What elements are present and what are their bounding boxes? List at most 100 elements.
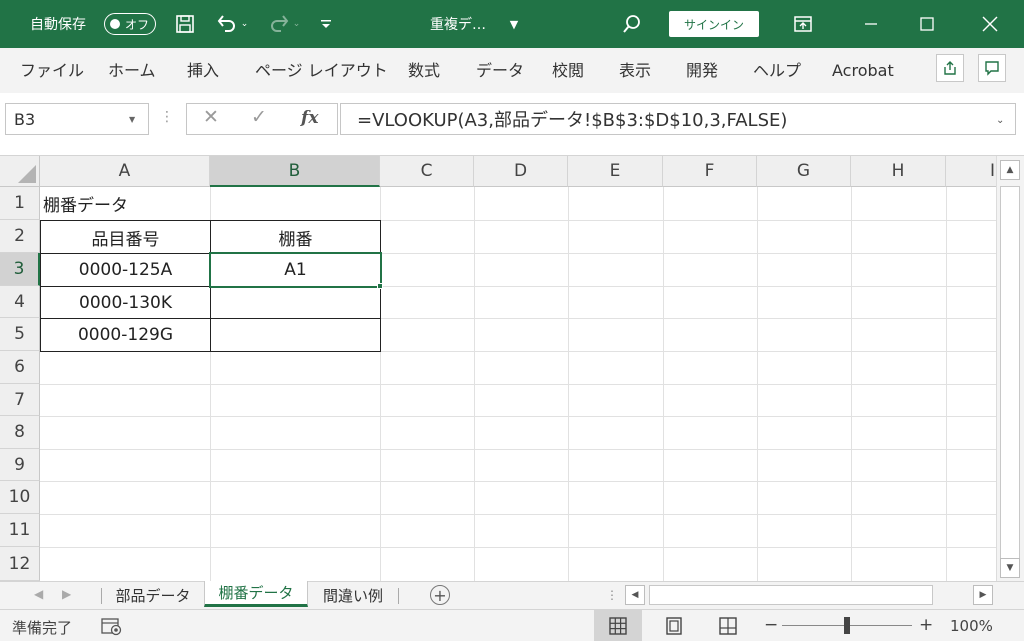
row-header-8[interactable]: 8 [0, 416, 40, 449]
zoom-out-button[interactable]: − [764, 615, 778, 635]
vertical-scroll-thumb[interactable] [1000, 186, 1020, 564]
fill-handle[interactable] [377, 283, 383, 289]
ribbon-display-icon [794, 16, 812, 32]
name-box[interactable]: B3 [5, 103, 149, 135]
select-all-corner[interactable] [0, 156, 40, 187]
sheet-tab-error-example[interactable]: 間違い例 [310, 582, 396, 608]
search-icon [623, 15, 640, 33]
scroll-right-icon[interactable]: ▶ [973, 585, 993, 605]
tab-review[interactable]: 校閲 [552, 48, 584, 93]
row-header-12[interactable]: 12 [0, 547, 40, 581]
cell-b2[interactable]: 棚番 [210, 220, 381, 254]
zoom-slider-thumb[interactable] [844, 617, 850, 634]
share-button[interactable] [936, 54, 964, 82]
row-header-10[interactable]: 10 [0, 481, 40, 514]
tab-split-handle-icon[interactable]: ⋮ [606, 588, 618, 602]
next-sheet-icon[interactable]: ▶ [62, 587, 71, 601]
column-header-b[interactable]: B [210, 156, 380, 187]
cell-a3[interactable]: 0000-125A [40, 253, 211, 287]
customize-icon [321, 20, 331, 28]
column-header-h[interactable]: H [851, 156, 946, 187]
row-header-7[interactable]: 7 [0, 384, 40, 416]
cell-a4[interactable]: 0000-130K [40, 286, 211, 319]
cancel-entry-icon[interactable]: ✕ [203, 106, 219, 128]
worksheet-grid[interactable]: A B C D E F G H I 1 2 3 4 5 6 7 8 9 10 1… [0, 156, 996, 581]
formula-buttons: ✕ ✓ fx [186, 103, 338, 135]
formula-input[interactable]: =VLOOKUP(A3,部品データ!$B$3:$D$10,3,FALSE) [340, 103, 1016, 135]
comments-button[interactable] [978, 54, 1006, 82]
scroll-left-icon[interactable]: ◀ [625, 585, 645, 605]
insert-function-button[interactable]: fx [301, 108, 318, 128]
column-header-i[interactable]: I [946, 156, 996, 187]
vertical-scrollbar[interactable]: ▲ ▼ [996, 156, 1024, 581]
name-box-dropdown-icon[interactable]: ▼ [129, 115, 135, 124]
row-header-5[interactable]: 5 [0, 318, 40, 351]
tab-formulas[interactable]: 数式 [408, 48, 440, 93]
column-header-g[interactable]: G [757, 156, 851, 187]
undo-button[interactable]: ⌄ [210, 0, 254, 48]
cell-a2[interactable]: 品目番号 [40, 220, 211, 254]
minimize-icon [865, 23, 877, 25]
tab-insert[interactable]: 挿入 [187, 48, 219, 93]
row-header-2[interactable]: 2 [0, 220, 40, 253]
confirm-entry-icon[interactable]: ✓ [251, 106, 267, 128]
row-header-1[interactable]: 1 [0, 187, 40, 220]
row-header-3[interactable]: 3 [0, 253, 40, 286]
row-header-4[interactable]: 4 [0, 286, 40, 318]
tab-help[interactable]: ヘルプ [753, 48, 801, 93]
title-dropdown-icon[interactable]: ▼ [504, 0, 524, 48]
normal-view-button[interactable] [594, 610, 642, 641]
row-header-11[interactable]: 11 [0, 514, 40, 547]
customize-qat-button[interactable] [314, 0, 338, 48]
close-button[interactable] [962, 0, 1018, 48]
tab-acrobat[interactable]: Acrobat [832, 48, 894, 93]
scroll-down-icon[interactable]: ▼ [1000, 558, 1020, 578]
scroll-up-icon[interactable]: ▲ [1000, 160, 1020, 180]
active-cell-outline [209, 252, 382, 288]
zoom-in-button[interactable]: + [919, 615, 933, 635]
column-header-d[interactable]: D [474, 156, 568, 187]
cell-b5[interactable] [210, 318, 381, 352]
ribbon-display-options-button[interactable] [786, 0, 820, 48]
formula-bar-grip-icon[interactable]: ⋮ [160, 109, 174, 125]
undo-dropdown-icon[interactable]: ⌄ [241, 19, 249, 29]
tab-developer[interactable]: 開発 [686, 48, 718, 93]
row-header-9[interactable]: 9 [0, 449, 40, 481]
prev-sheet-icon[interactable]: ◀ [34, 587, 43, 601]
zoom-level[interactable]: 100% [950, 617, 993, 635]
page-break-view-icon [719, 616, 737, 635]
redo-dropdown-icon[interactable]: ⌄ [293, 19, 301, 29]
search-button[interactable] [614, 0, 650, 48]
horizontal-scrollbar[interactable]: ◀ ▶ [625, 584, 995, 606]
page-layout-view-button[interactable] [650, 610, 698, 641]
document-title[interactable]: 重複デ… [430, 0, 486, 48]
tab-file[interactable]: ファイル [20, 48, 84, 93]
signin-button[interactable]: サインイン [669, 11, 759, 37]
maximize-button[interactable] [902, 0, 952, 48]
status-ready-label: 準備完了 [12, 619, 73, 637]
expand-formula-bar-icon[interactable]: ⌄ [996, 115, 1004, 126]
column-header-a[interactable]: A [40, 156, 210, 187]
column-header-e[interactable]: E [568, 156, 663, 187]
sheet-tab-parts-data[interactable]: 部品データ [104, 582, 202, 608]
horizontal-scroll-thumb[interactable] [649, 585, 933, 605]
autosave-toggle[interactable]: オフ [104, 13, 156, 35]
column-header-f[interactable]: F [663, 156, 757, 187]
cell-b4[interactable] [210, 286, 381, 319]
macro-recording-icon[interactable] [101, 616, 123, 636]
sheet-tab-shelf-data[interactable]: 棚番データ [204, 581, 308, 607]
save-button[interactable] [170, 0, 200, 48]
redo-button[interactable]: ⌄ [262, 0, 306, 48]
tab-data[interactable]: データ [476, 48, 524, 93]
cell-a1[interactable]: 棚番データ [40, 187, 210, 220]
tab-view[interactable]: 表示 [619, 48, 651, 93]
column-header-c[interactable]: C [380, 156, 474, 187]
tab-page-layout[interactable]: ページ レイアウト [255, 48, 388, 93]
row-header-6[interactable]: 6 [0, 351, 40, 384]
tab-home[interactable]: ホーム [108, 48, 156, 93]
share-icon [944, 61, 956, 75]
cell-a5[interactable]: 0000-129G [40, 318, 211, 352]
page-break-view-button[interactable] [704, 610, 752, 641]
add-sheet-icon[interactable]: + [430, 585, 450, 605]
minimize-button[interactable] [846, 0, 896, 48]
